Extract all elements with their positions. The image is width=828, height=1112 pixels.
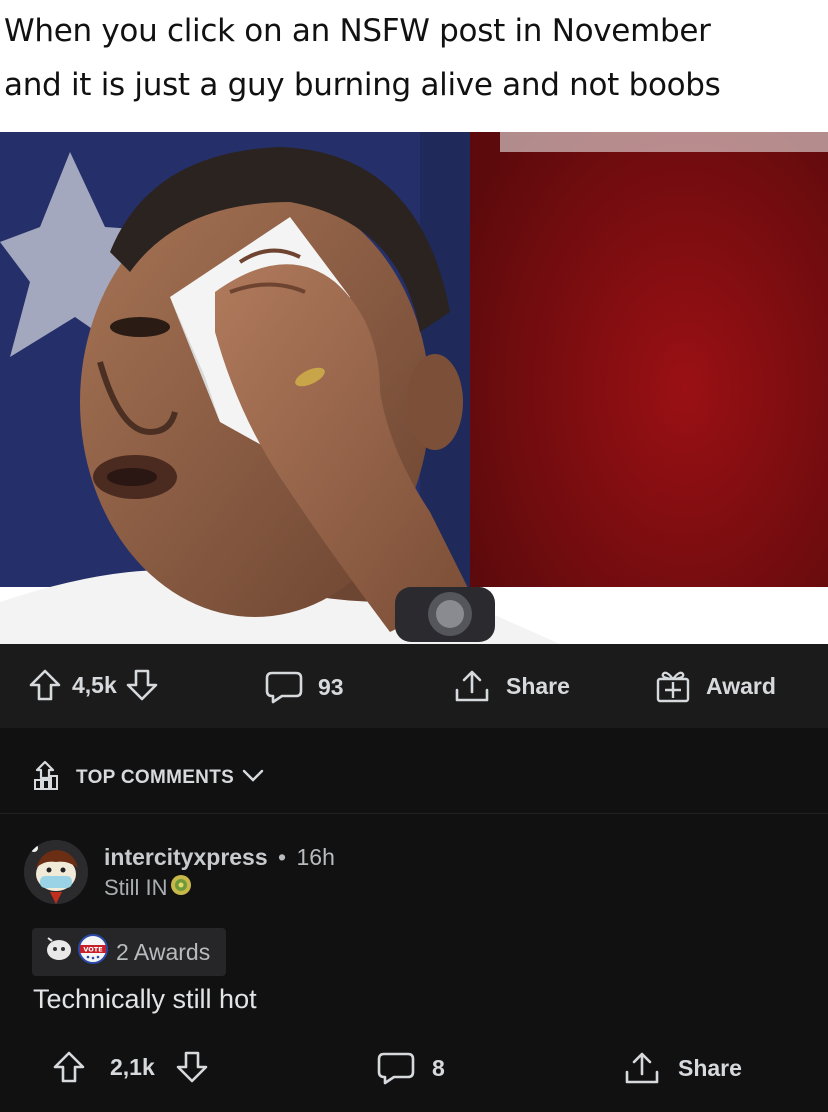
comment-bubble-icon (264, 669, 304, 705)
flair-emoji-icon (170, 874, 192, 902)
award-gift-icon (654, 668, 692, 704)
post-comments-button[interactable]: 93 (264, 669, 344, 705)
comment-body: Technically still hot (33, 984, 257, 1014)
comment-share-label: Share (678, 1054, 742, 1081)
upvote-icon[interactable] (28, 668, 62, 702)
caption-line-2: and it is just a guy burning alive and n… (4, 67, 721, 103)
meme-caption: When you click on an NSFW post in Novemb… (0, 0, 828, 132)
post-image[interactable] (0, 132, 828, 644)
share-icon (452, 668, 492, 704)
post-award-label: Award (706, 672, 776, 699)
comment-share-icon (622, 1050, 662, 1086)
snoo-avatar-icon (24, 840, 88, 904)
comment-awards[interactable]: VOTE 2 Awards (32, 928, 227, 976)
comment-downvote-icon[interactable] (175, 1050, 209, 1084)
vote-award-icon: VOTE (78, 934, 108, 970)
photo-illustration (0, 132, 828, 644)
meta-separator: • (278, 844, 287, 870)
comment-vote-count: 2,1k (110, 1053, 155, 1080)
comment-share-button[interactable]: Share (622, 1050, 742, 1086)
sort-rocket-icon (32, 758, 66, 798)
comment-author-link[interactable]: intercityxpress (104, 844, 268, 870)
awards-count-label: 2 Awards (116, 938, 211, 965)
comment-upvote-icon[interactable] (52, 1050, 86, 1084)
post-vote-count: 4,5k (72, 671, 117, 698)
comment-timestamp: 16h (296, 844, 335, 870)
comment-reply-button[interactable]: 8 (376, 1050, 445, 1086)
user-flair: Still IN (104, 874, 192, 902)
avatar[interactable] (24, 840, 88, 904)
post-vote-group: 4,5k (28, 668, 159, 702)
caption-line-1: When you click on an NSFW post in Novemb… (4, 13, 711, 49)
comment-card: intercityxpress • 16h Still IN VOTE 2 Aw… (0, 814, 828, 1112)
flair-text: Still IN (104, 875, 168, 900)
comments-header: TOP COMMENTS (0, 728, 828, 814)
post-share-label: Share (506, 672, 570, 699)
snoo-award-icon (46, 937, 72, 967)
post-comment-count: 93 (318, 673, 344, 700)
comment-meta: intercityxpress • 16h (104, 844, 335, 871)
downvote-icon[interactable] (125, 668, 159, 702)
sort-label: TOP COMMENTS (76, 767, 235, 788)
comment-action-bar: 2,1k 8 Share (0, 1036, 828, 1102)
chevron-down-icon (242, 767, 264, 789)
post-share-button[interactable]: Share (452, 668, 570, 704)
reply-count: 8 (432, 1054, 445, 1081)
post-action-bar: 4,5k 93 Share Award (0, 644, 828, 728)
post-award-button[interactable]: Award (654, 668, 776, 704)
reply-bubble-icon (376, 1050, 416, 1086)
vote-award-text: VOTE (83, 946, 102, 954)
comment-sort-dropdown[interactable]: TOP COMMENTS (32, 758, 264, 798)
comment-vote-group: 2,1k (52, 1050, 209, 1084)
